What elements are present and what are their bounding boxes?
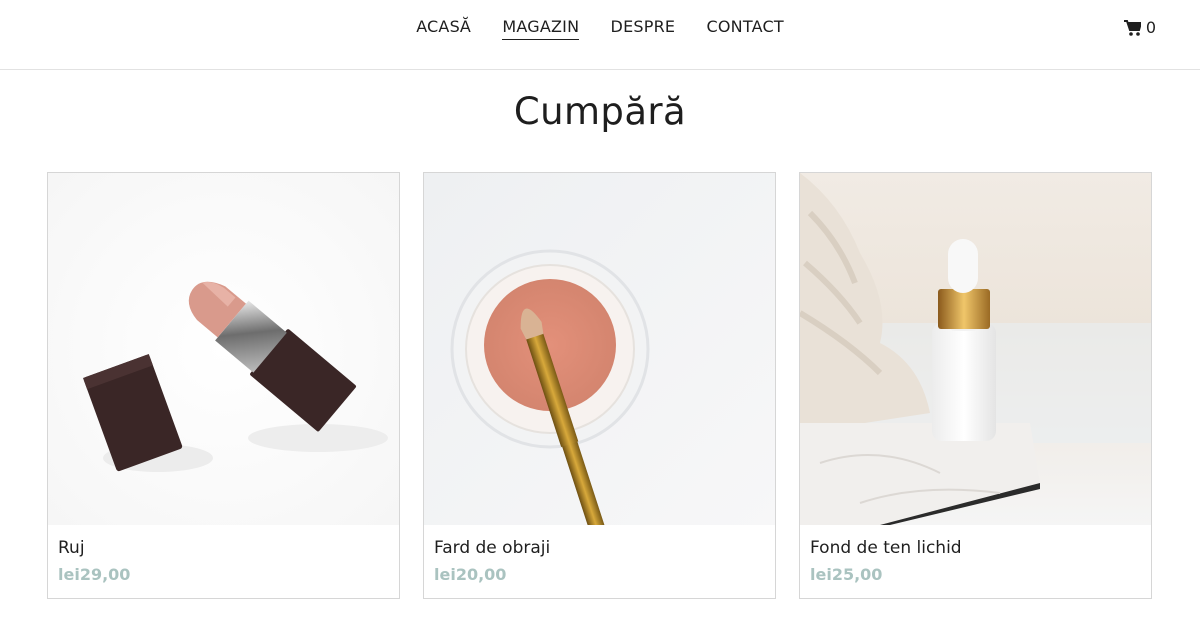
product-price: lei25,00 (810, 565, 883, 584)
page-title: Cumpără (513, 90, 687, 133)
product-card-ruj[interactable]: Ruj lei29,00 (47, 172, 400, 599)
shopping-cart-icon (1123, 19, 1141, 36)
product-image-blush[interactable] (424, 173, 775, 525)
product-name[interactable]: Fard de obraji (434, 538, 550, 558)
main-nav: ACASĂ MAGAZIN DESPRE CONTACT (0, 17, 1200, 40)
nav-item-acasa[interactable]: ACASĂ (416, 17, 471, 39)
cart-count: 0 (1145, 18, 1156, 37)
product-card-fond-de-ten-lichid[interactable]: Fond de ten lichid lei25,00 (799, 172, 1152, 599)
nav-item-despre[interactable]: DESPRE (611, 17, 676, 39)
product-name[interactable]: Ruj (58, 538, 85, 558)
nav-item-contact[interactable]: CONTACT (707, 17, 784, 39)
cart-button[interactable]: 0 (1123, 18, 1156, 37)
product-price: lei29,00 (58, 565, 131, 584)
nav-item-magazin[interactable]: MAGAZIN (502, 17, 580, 40)
product-card-fard-de-obraji[interactable]: Fard de obraji lei20,00 (423, 172, 776, 599)
product-image-foundation[interactable] (800, 173, 1151, 525)
product-image-lipstick[interactable] (48, 173, 399, 525)
product-name[interactable]: Fond de ten lichid (810, 538, 962, 558)
site-header: ACASĂ MAGAZIN DESPRE CONTACT 0 (0, 0, 1200, 70)
product-price: lei20,00 (434, 565, 507, 584)
